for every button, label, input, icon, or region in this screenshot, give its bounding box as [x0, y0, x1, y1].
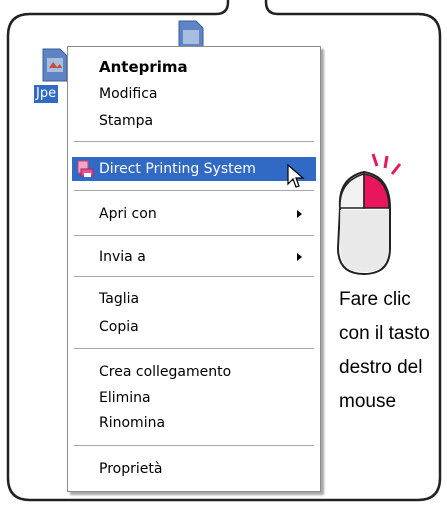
menu-item-label: Rinomina	[99, 415, 166, 431]
instruction-line: con il tasto	[339, 323, 430, 344]
menu-item-label: Crea collegamento	[99, 364, 232, 380]
menu-item-direct-printing-system[interactable]: Direct Printing System	[72, 157, 316, 181]
menu-item-proprieta[interactable]: Proprietà	[72, 457, 316, 481]
menu-item-stampa[interactable]: Stampa	[72, 109, 316, 133]
menu-item-label: Anteprima	[99, 58, 188, 76]
jpeg-file-icon[interactable]	[42, 48, 68, 82]
file-name-label[interactable]: Jpe	[34, 85, 59, 103]
instruction-line: mouse	[339, 391, 397, 412]
menu-item-invia-a[interactable]: Invia a	[72, 245, 316, 269]
menu-separator	[74, 348, 314, 349]
menu-item-rinomina[interactable]: Rinomina	[72, 411, 316, 435]
menu-item-modifica[interactable]: Modifica	[72, 82, 316, 106]
submenu-arrow-icon	[297, 253, 302, 261]
menu-separator	[74, 445, 314, 446]
right-click-mouse-icon	[336, 153, 402, 276]
menu-item-label: Taglia	[99, 291, 140, 307]
menu-item-taglia[interactable]: Taglia	[72, 287, 316, 311]
menu-item-apri-con[interactable]: Apri con	[72, 202, 316, 226]
menu-item-label: Copia	[99, 319, 139, 335]
mouse-pointer-icon	[287, 163, 305, 188]
menu-item-label: Elimina	[99, 390, 151, 406]
menu-item-crea-collegamento[interactable]: Crea collegamento	[72, 360, 316, 384]
menu-item-elimina[interactable]: Elimina	[72, 386, 316, 410]
menu-item-label: Proprietà	[99, 461, 163, 477]
instruction-line: destro del	[339, 357, 423, 378]
menu-separator	[74, 276, 314, 277]
menu-separator	[74, 141, 314, 142]
menu-item-label: Direct Printing System	[99, 161, 256, 177]
menu-separator	[74, 235, 314, 236]
instruction-line: Fare clic	[339, 289, 411, 310]
menu-item-label: Stampa	[99, 113, 154, 129]
menu-item-label: Invia a	[99, 249, 146, 265]
right-click-instruction: Fare clic con il tasto destro del mouse	[339, 283, 439, 419]
menu-item-label: Modifica	[99, 86, 158, 102]
submenu-arrow-icon	[297, 210, 302, 218]
menu-item-copia[interactable]: Copia	[72, 315, 316, 339]
menu-item-label: Apri con	[99, 206, 157, 222]
context-menu: Anteprima Modifica Stampa Direct Printin…	[67, 46, 321, 492]
menu-separator	[74, 190, 314, 191]
direct-printing-icon	[77, 160, 95, 178]
menu-item-anteprima[interactable]: Anteprima	[72, 55, 316, 79]
